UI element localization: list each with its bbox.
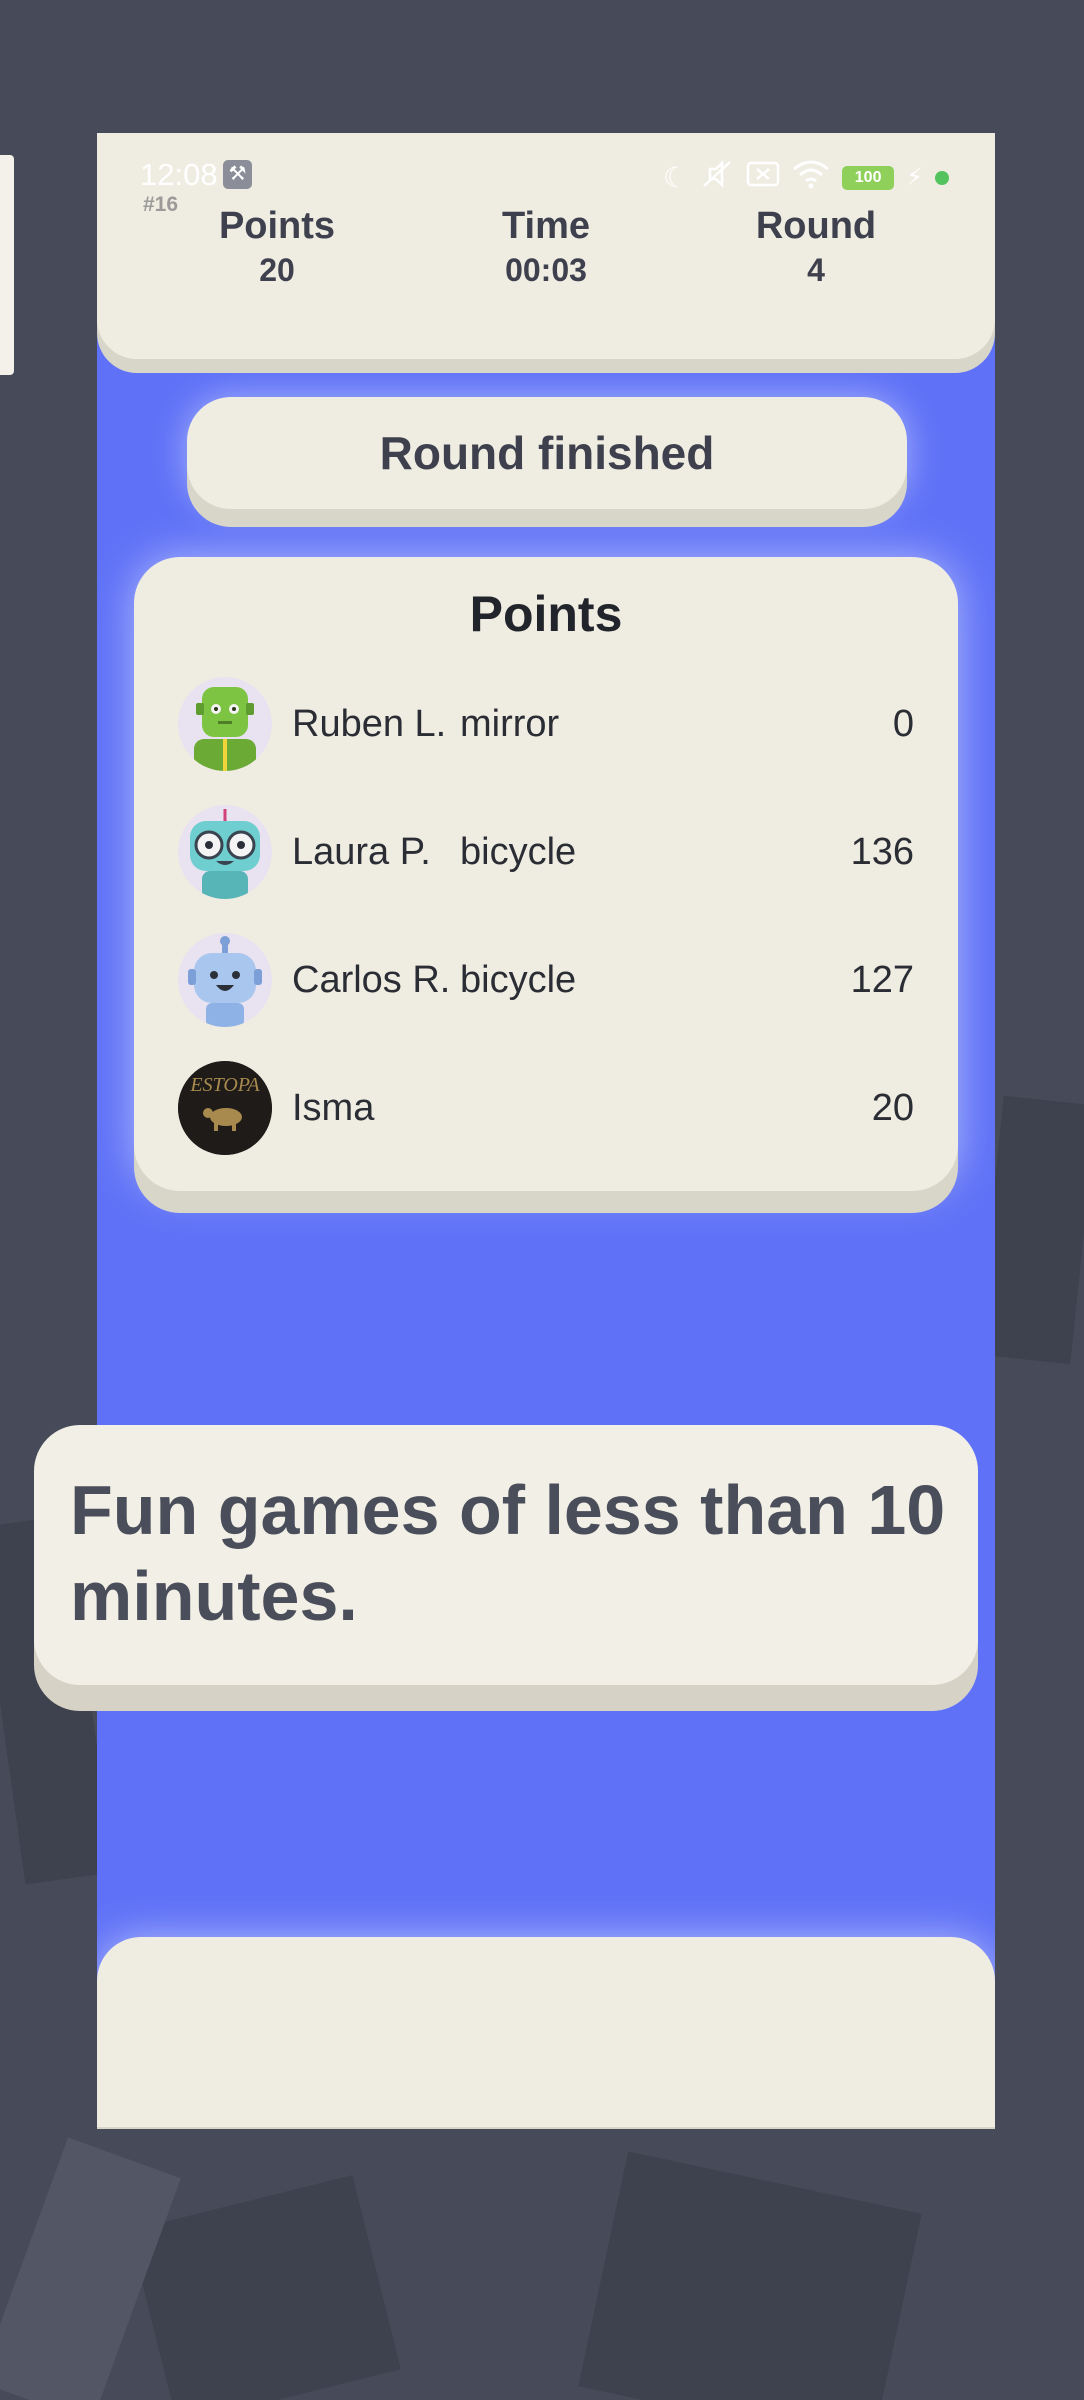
green-robot-avatar bbox=[178, 677, 272, 771]
game-header: 12:08 ⚒ #16 ☾ 100 ⚡ Points 20 Time 00:03 bbox=[97, 133, 995, 359]
bottom-panel-edge bbox=[97, 2127, 995, 2129]
wrench-icon: ⚒ bbox=[223, 160, 252, 189]
stat-round: Round 4 bbox=[716, 205, 916, 289]
estopa-logo-text: ESTOPA bbox=[189, 1074, 260, 1096]
stat-label: Round bbox=[755, 205, 877, 247]
teal-robot-avatar bbox=[178, 805, 272, 899]
player-name: Isma bbox=[292, 1087, 375, 1129]
phone-screen: 12:08 ⚒ #16 ☾ 100 ⚡ Points 20 Time 00:03 bbox=[97, 133, 995, 2129]
points-card: Points Ruben L. mirror 0 Laura P. bicycl… bbox=[134, 557, 958, 1191]
stat-time: Time 00:03 bbox=[446, 205, 646, 289]
player-name: Laura P. bbox=[292, 831, 431, 873]
moon-icon: ☾ bbox=[663, 162, 689, 193]
player-word: bicycle bbox=[460, 831, 577, 873]
player-row: Carlos R. bicycle 127 bbox=[178, 933, 914, 1027]
estopa-logo-avatar: ESTOPA bbox=[178, 1061, 272, 1155]
stat-label: Points bbox=[218, 205, 336, 247]
mute-icon bbox=[700, 159, 734, 196]
no-sim-icon bbox=[746, 160, 780, 195]
stat-value: 20 bbox=[259, 252, 295, 288]
wifi-icon bbox=[792, 159, 830, 196]
status-time: 12:08 bbox=[140, 157, 218, 192]
player-score: 0 bbox=[892, 703, 914, 745]
background-shape bbox=[578, 2151, 922, 2400]
stat-label: Time bbox=[501, 205, 590, 247]
caption-text: Fun games of less than 10 minutes. bbox=[70, 1471, 946, 1635]
stat-points: Points 20 bbox=[177, 205, 377, 289]
points-card-title: Points bbox=[469, 586, 623, 642]
player-row: ESTOPA Isma 20 bbox=[178, 1061, 914, 1155]
bottom-panel bbox=[97, 1937, 995, 2129]
player-score: 136 bbox=[850, 831, 914, 873]
player-word: mirror bbox=[460, 703, 560, 745]
stat-value: 4 bbox=[807, 252, 825, 288]
match-id: #16 bbox=[143, 193, 179, 216]
round-finished-banner: Round finished bbox=[187, 397, 907, 509]
background-card bbox=[0, 155, 14, 375]
status-icons: ☾ 100 ⚡ bbox=[663, 159, 949, 196]
player-row: Ruben L. mirror 0 bbox=[178, 677, 914, 771]
player-name: Ruben L. bbox=[292, 703, 447, 745]
battery-icon: 100 bbox=[842, 165, 895, 190]
player-name: Carlos R. bbox=[292, 959, 451, 1001]
player-score: 20 bbox=[871, 1087, 914, 1129]
player-score: 127 bbox=[850, 959, 914, 1001]
blue-robot-avatar bbox=[178, 933, 272, 1027]
indicator-dot bbox=[935, 170, 949, 185]
caption-card: Fun games of less than 10 minutes. bbox=[34, 1425, 978, 1685]
player-word: bicycle bbox=[460, 959, 577, 1001]
charging-icon: ⚡ bbox=[906, 164, 923, 191]
background-shape bbox=[129, 2175, 401, 2400]
stat-value: 00:03 bbox=[505, 252, 587, 288]
player-row: Laura P. bicycle 136 bbox=[178, 805, 914, 899]
